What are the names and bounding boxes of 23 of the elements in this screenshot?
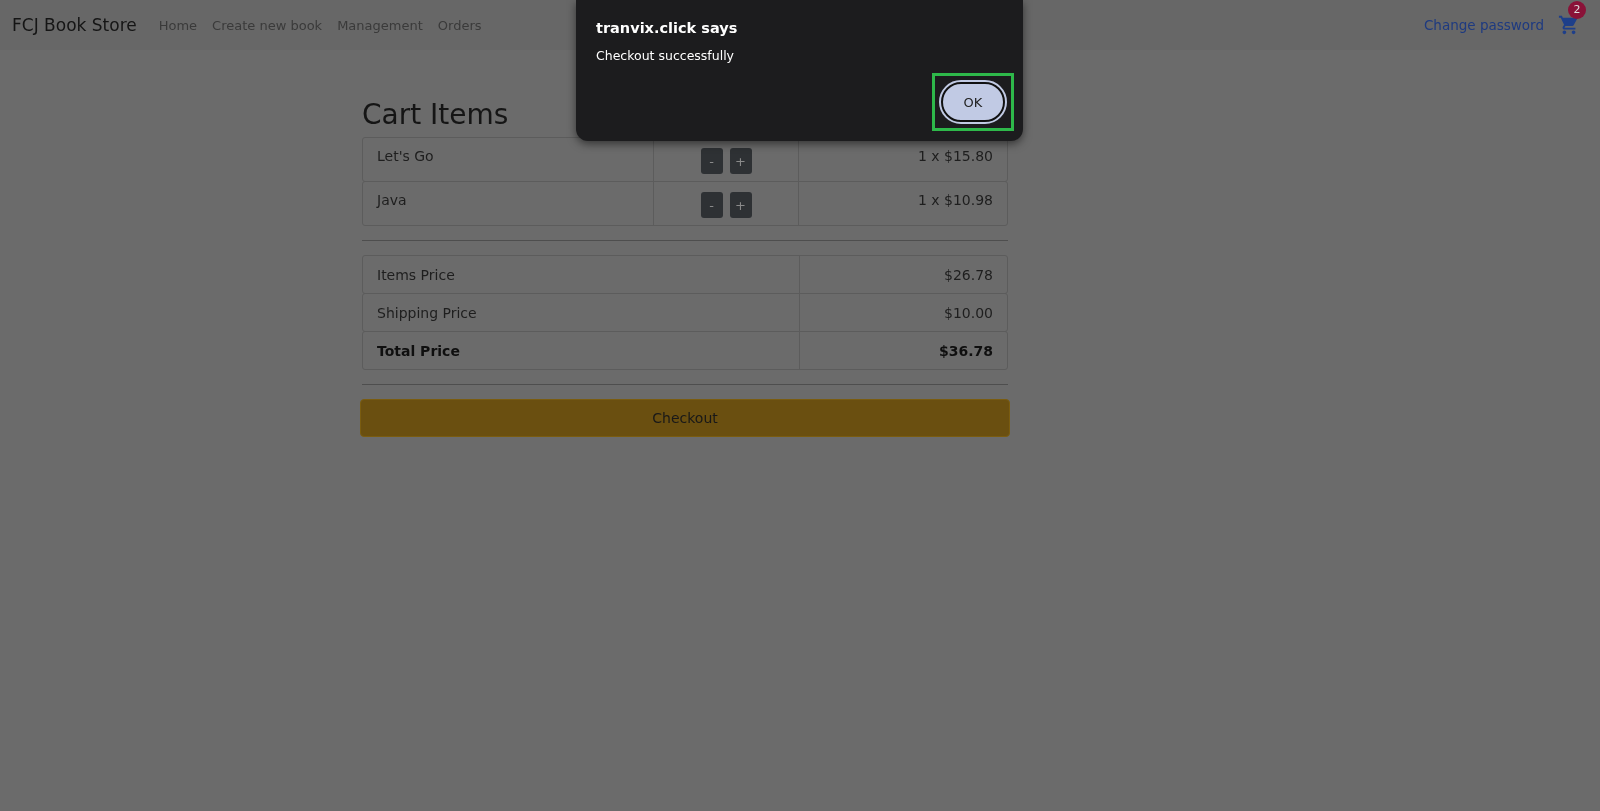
summary-label: Shipping Price [376,303,478,323]
cart-heading: Cart Items [362,98,509,131]
quantity-price: 1 x $10.98 [916,191,994,210]
checkout-button[interactable]: Checkout [360,399,1010,437]
quantity-price: 1 x $15.80 [916,147,994,166]
change-password-link[interactable]: Change password [1423,17,1544,33]
decrease-button[interactable]: - [700,192,723,218]
book-title: Let's Go [376,147,435,166]
dialog-title: tranvix.click says [596,20,739,36]
shopping-cart-icon[interactable] [1558,14,1580,36]
book-title: Java [375,191,408,210]
summary-value: $26.78 [799,256,1007,293]
summary-label: Items Price [376,265,456,285]
cart-count-badge: 2 [1568,1,1586,19]
dialog-message: Checkout successfully [596,48,735,63]
summary-value: $36.78 [799,332,1007,369]
summary-value: $10.00 [799,294,1007,331]
ok-button[interactable]: OK [941,82,1005,122]
increase-button[interactable]: + [729,192,752,218]
increase-button[interactable]: + [729,148,752,174]
brand-link[interactable]: FCJ Book Store [12,15,137,35]
summary-label: Total Price [376,341,461,361]
decrease-button[interactable]: - [700,148,723,174]
